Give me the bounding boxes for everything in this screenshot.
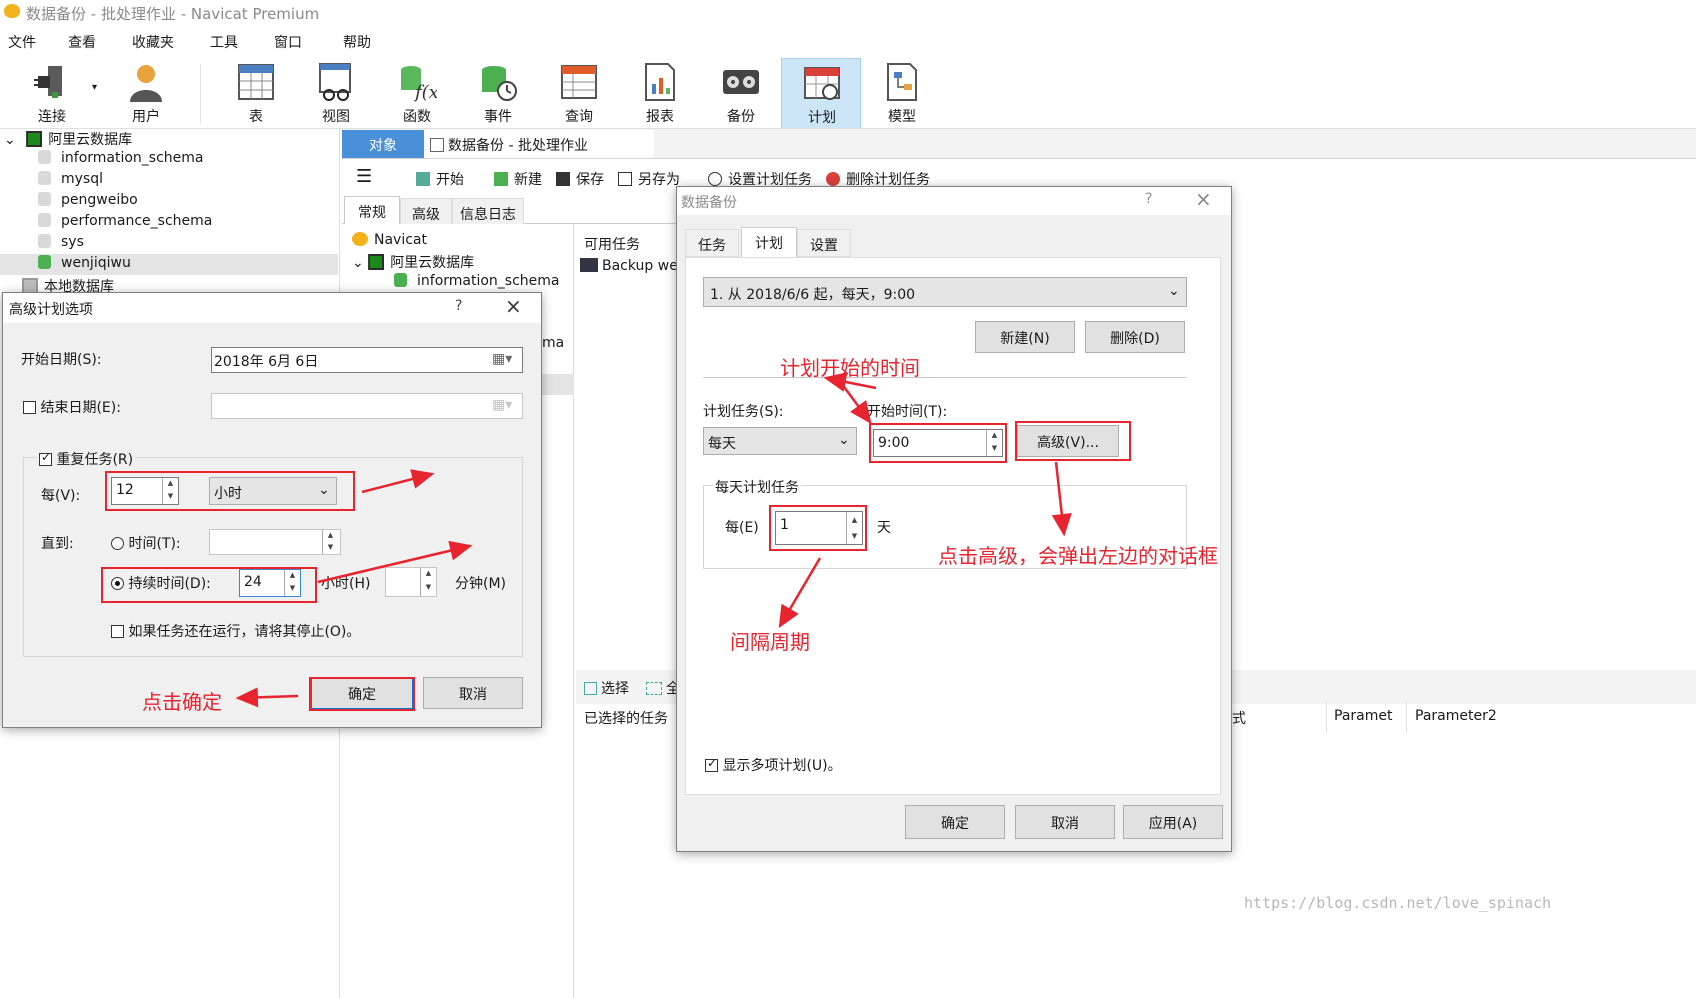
arrow-advanced [1051,461,1072,537]
arrow-ok [235,687,299,708]
arrow-interval [778,557,822,629]
watermark: https://blog.csdn.net/love_spinach [1244,894,1552,912]
arrow-every [361,469,435,494]
arrow-start-time-left [823,372,877,392]
arrow-duration [317,540,473,584]
annotation-arrows [235,372,1072,708]
